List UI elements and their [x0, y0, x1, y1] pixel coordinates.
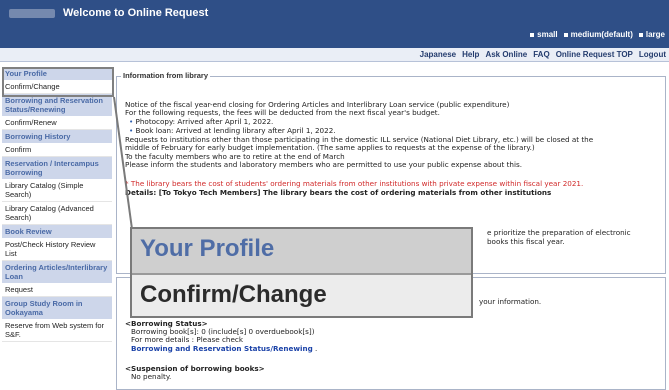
sidebar-item-simple-search[interactable]: Library Catalog (Simple Search)	[2, 179, 112, 202]
font-size-switcher: small medium(default) large	[530, 30, 665, 39]
sidebar-heading-book-review: Book Review	[2, 225, 112, 238]
top-nav-bar: Japanese Help Ask Online FAQ Online Requ…	[0, 48, 669, 62]
borrowing-status-link[interactable]: Borrowing and Reservation Status/Renewin…	[131, 344, 313, 353]
size-label: large	[645, 30, 665, 39]
size-label: small	[537, 30, 558, 39]
sidebar-heading-ordering: Ordering Articles/Interlibrary Loan	[2, 261, 112, 283]
size-label: medium(default)	[570, 30, 633, 39]
sidebar-item-advanced-search[interactable]: Library Catalog (Advanced Search)	[2, 202, 112, 225]
sidebar-item-confirm-renew[interactable]: Confirm/Renew	[2, 116, 112, 130]
sidebar-item-confirm[interactable]: Confirm	[2, 143, 112, 157]
sidebar-item-reserve-web[interactable]: Reserve from Web system for S&F.	[2, 319, 112, 342]
zoom-callout: Your Profile Confirm/Change	[130, 227, 473, 318]
period-text: .	[315, 344, 318, 353]
sidebar-heading-borrowing-history: Borrowing History	[2, 130, 112, 143]
sidebar-highlight-box	[2, 67, 114, 97]
link-help[interactable]: Help	[462, 50, 479, 59]
info-text: books this fiscal year.	[487, 237, 565, 246]
square-bullet-icon	[563, 32, 568, 37]
link-online-request-top[interactable]: Online Request TOP	[556, 50, 633, 59]
library-info-legend: Information from library	[121, 71, 211, 80]
link-japanese[interactable]: Japanese	[420, 50, 456, 59]
sidebar-item-review-list[interactable]: Post/Check History Review List	[2, 238, 112, 261]
link-ask-online[interactable]: Ask Online	[485, 50, 527, 59]
penalty-text: No penalty.	[131, 372, 172, 381]
square-bullet-icon	[638, 32, 643, 37]
user-info-text: your information.	[479, 297, 542, 306]
size-option-medium[interactable]: medium(default)	[563, 30, 633, 39]
link-faq[interactable]: FAQ	[533, 50, 549, 59]
zoom-your-profile: Your Profile	[132, 229, 471, 275]
info-details: Details: [To Tokyo Tech Members] The lib…	[125, 188, 552, 197]
sidebar: Your Profile Confirm/Change Borrowing an…	[2, 67, 112, 388]
zoom-heading-text: Your Profile	[140, 235, 275, 262]
size-option-large[interactable]: large	[638, 30, 665, 39]
sidebar-heading-reservation: Reservation / Intercampus Borrowing	[2, 157, 112, 179]
app-header: Welcome to Online Request small medium(d…	[0, 0, 669, 48]
sidebar-heading-borrowing: Borrowing and Reservation Status/Renewin…	[2, 94, 112, 116]
info-bullet-text: Book loan: Arrived at lending library af…	[135, 126, 336, 135]
sidebar-heading-group-study: Group Study Room in Ookayama	[2, 297, 112, 319]
size-option-small[interactable]: small	[530, 30, 558, 39]
borrowing-line: Borrowing and Reservation Status/Renewin…	[131, 344, 318, 354]
zoom-link-text: Confirm/Change	[140, 281, 327, 308]
page-title: Welcome to Online Request	[63, 7, 209, 19]
info-text: Please inform the students and laborator…	[125, 160, 522, 169]
square-bullet-icon	[530, 32, 535, 37]
info-bullet-text: Photocopy: Arrived after April 1, 2022.	[135, 117, 274, 126]
blurred-logo	[9, 9, 55, 18]
sidebar-item-request[interactable]: Request	[2, 283, 112, 297]
link-logout[interactable]: Logout	[639, 50, 666, 59]
